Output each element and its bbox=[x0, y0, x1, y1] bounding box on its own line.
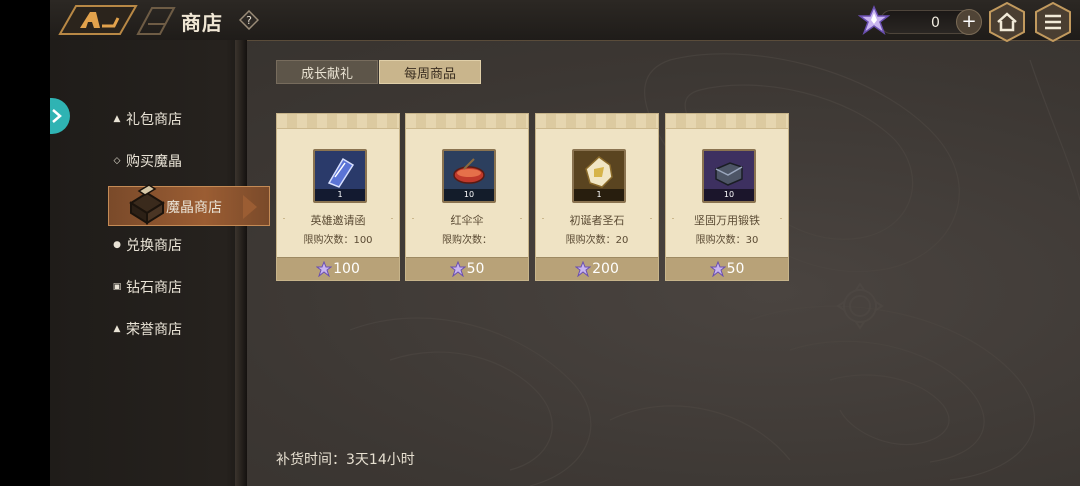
item-name: 初诞者圣石 bbox=[544, 212, 650, 228]
stone-icon bbox=[585, 156, 613, 188]
shop-item-card[interactable]: 10 坚固万用锻铁 限购次数：30 50 bbox=[665, 113, 789, 281]
shop-item-card[interactable]: 1 初诞者圣石 限购次数：20 200 bbox=[535, 113, 659, 281]
price-value: 50 bbox=[726, 261, 745, 277]
item-name: 英雄邀请函 bbox=[285, 212, 391, 228]
price-button[interactable]: 50 bbox=[406, 257, 528, 280]
shop-item-card[interactable]: 1 英雄邀请函 限购次数：100 100 bbox=[276, 113, 400, 281]
bell-icon: ● bbox=[113, 240, 121, 250]
tab-growth-gift[interactable]: 成长献礼 bbox=[276, 60, 378, 84]
sidebar-item-gift-shop[interactable]: ▲ 礼包商店 bbox=[110, 106, 270, 132]
purchase-limit: 限购次数： bbox=[442, 235, 492, 246]
red-mushroom-icon: 10 bbox=[442, 149, 496, 203]
shop-item-card[interactable]: 10 红伞伞 限购次数： 50 bbox=[405, 113, 529, 281]
price-value: 100 bbox=[333, 261, 360, 277]
gem-icon: ▣ bbox=[112, 282, 122, 292]
sidebar-item-label: 钻石商店 bbox=[126, 280, 182, 296]
price-value: 200 bbox=[592, 261, 619, 277]
page-title: 商店 bbox=[181, 11, 223, 35]
firstborn-holy-stone-icon: 1 bbox=[572, 149, 626, 203]
item-count: 10 bbox=[704, 189, 754, 201]
hero-invitation-icon: 1 bbox=[313, 149, 367, 203]
magic-crystal-icon bbox=[575, 261, 592, 277]
card-border-pattern bbox=[406, 114, 528, 129]
price-button[interactable]: 50 bbox=[666, 257, 788, 280]
item-name: 坚固万用锻铁 bbox=[674, 212, 780, 228]
card-border-pattern bbox=[536, 114, 658, 129]
sidebar-item-buy-crystal[interactable]: ◇ 购买魔晶 bbox=[110, 148, 270, 174]
home-button[interactable] bbox=[988, 2, 1026, 42]
card-border-pattern bbox=[666, 114, 788, 129]
magic-crystal-icon bbox=[449, 261, 466, 277]
sturdy-forged-iron-icon: 10 bbox=[702, 149, 756, 203]
honor-icon: ▲ bbox=[113, 324, 121, 334]
purchase-limit: 限购次数：100 bbox=[303, 235, 373, 246]
treasure-chest-icon bbox=[129, 184, 165, 225]
sidebar-item-label: 兑换商店 bbox=[126, 238, 182, 254]
menu-button[interactable] bbox=[1034, 2, 1072, 42]
item-count: 1 bbox=[574, 189, 624, 201]
purchase-limit: 限购次数：20 bbox=[565, 235, 629, 246]
tab-weekly-items[interactable]: 每周商品 bbox=[379, 60, 481, 84]
active-indicator-arrow bbox=[243, 195, 257, 219]
item-count: 10 bbox=[444, 189, 494, 201]
top-bar: 商店 ? 0 + bbox=[50, 0, 1080, 42]
bowl-icon bbox=[453, 158, 485, 184]
item-name: 红伞伞 bbox=[414, 212, 520, 228]
iron-ingot-icon bbox=[715, 162, 743, 186]
card-border-pattern bbox=[277, 114, 399, 129]
back-logo-icon[interactable] bbox=[56, 4, 176, 36]
gift-icon: ▲ bbox=[113, 114, 121, 124]
item-count: 1 bbox=[315, 189, 365, 201]
magic-crystal-icon bbox=[709, 261, 726, 277]
chevron-right-icon bbox=[52, 109, 62, 123]
sidebar-item-honor-shop[interactable]: ▲ 荣誉商店 bbox=[110, 316, 270, 342]
invitation-letter-icon bbox=[327, 157, 355, 188]
shop-screen: 商店 ? 0 + ▲ 礼包商店 ◇ 购买魔晶 魔晶商店 ● 兑换商店 ▣ 钻石商… bbox=[50, 0, 1080, 486]
sidebar-item-diamond-shop[interactable]: ▣ 钻石商店 bbox=[110, 274, 270, 300]
help-icon[interactable]: ? bbox=[239, 10, 259, 30]
magic-crystal-icon bbox=[316, 261, 333, 277]
sidebar-item-exchange-shop[interactable]: ● 兑换商店 bbox=[110, 232, 270, 258]
add-currency-button[interactable]: + bbox=[956, 9, 982, 35]
sidebar-item-label: 购买魔晶 bbox=[126, 154, 182, 170]
price-value: 50 bbox=[466, 261, 485, 277]
svg-text:?: ? bbox=[246, 14, 252, 27]
price-button[interactable]: 200 bbox=[536, 257, 658, 280]
restock-time: 补货时间：3天14小时 bbox=[276, 452, 415, 468]
currency-value: 0 bbox=[931, 15, 940, 31]
sidebar-item-label: 魔晶商店 bbox=[166, 200, 222, 216]
magic-crystal-icon bbox=[858, 5, 890, 35]
purchase-limit: 限购次数：30 bbox=[695, 235, 759, 246]
price-button[interactable]: 100 bbox=[277, 257, 399, 280]
diamond-icon: ◇ bbox=[113, 156, 121, 166]
sidebar-item-label: 荣誉商店 bbox=[126, 322, 182, 338]
sidebar-item-label: 礼包商店 bbox=[126, 112, 182, 128]
